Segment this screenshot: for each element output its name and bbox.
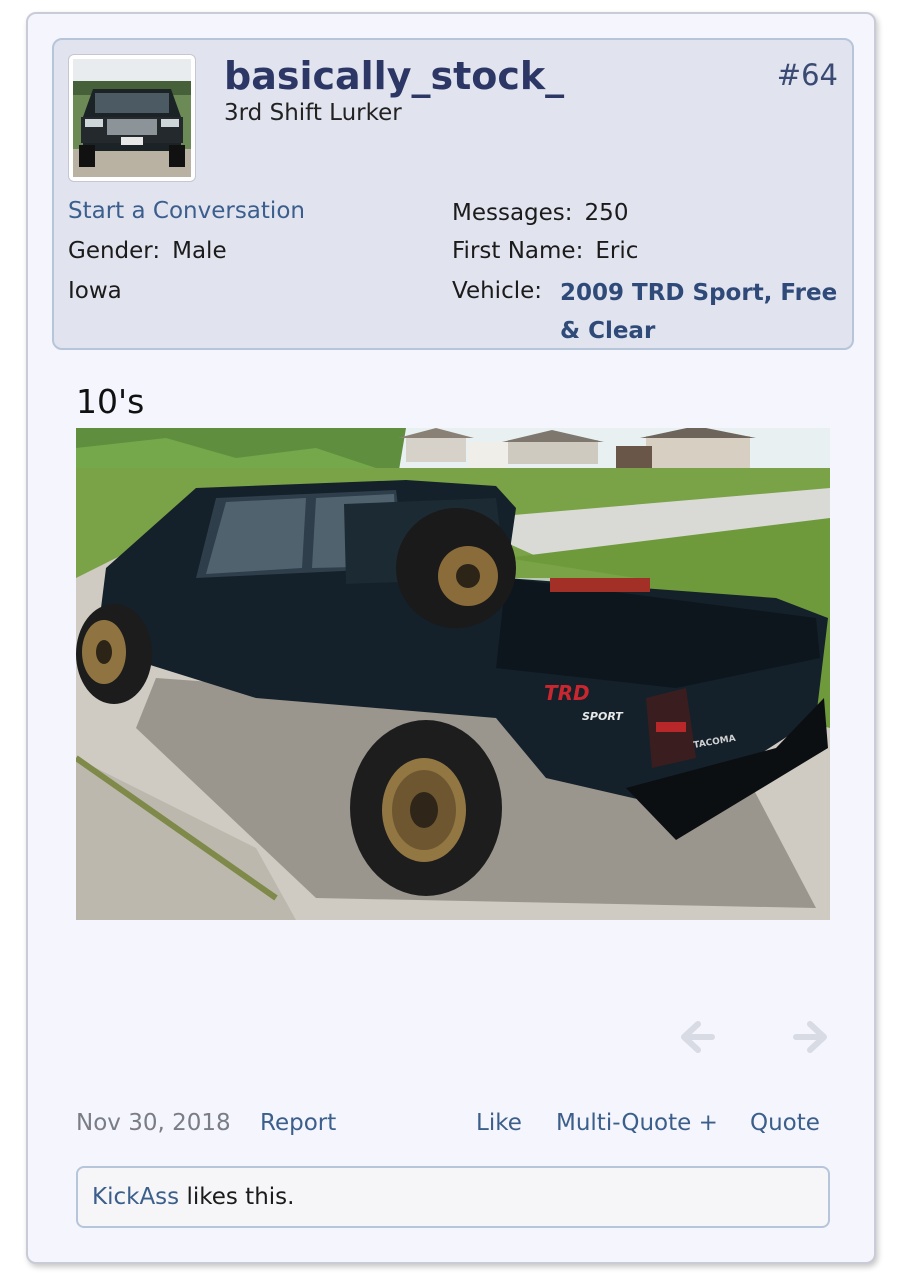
gender-label: Gender:	[68, 238, 161, 264]
location-value: Iowa	[68, 278, 122, 304]
first-name-label: First Name:	[452, 238, 584, 264]
messages-label: Messages:	[452, 200, 573, 226]
next-image-button[interactable]	[792, 1018, 830, 1065]
sport-decal-text: SPORT	[582, 710, 624, 723]
first-name-value: Eric	[595, 238, 639, 264]
truck-photo: TRD SPORT TACOMA	[76, 428, 830, 920]
vehicle-label: Vehicle:	[452, 278, 543, 304]
post-message-text: 10's	[76, 382, 145, 421]
quote-link[interactable]: Quote	[750, 1110, 820, 1136]
like-link[interactable]: Like	[476, 1110, 522, 1136]
vehicle-link[interactable]: 2009 TRD Sport, Free & Clear	[560, 274, 840, 350]
report-link[interactable]: Report	[260, 1110, 336, 1136]
avatar[interactable]	[68, 54, 196, 182]
user-title: 3rd Shift Lurker	[224, 100, 402, 126]
arrow-right-icon	[793, 1021, 827, 1053]
prev-image-button[interactable]	[678, 1018, 716, 1065]
likes-summary: KickAss likes this.	[76, 1166, 830, 1228]
liker-username-link[interactable]: KickAss	[92, 1184, 179, 1210]
gender-row: Gender: Male	[68, 238, 227, 264]
post-attached-image[interactable]: TRD SPORT TACOMA	[76, 428, 830, 920]
username-link[interactable]: basically_stock_	[224, 54, 564, 98]
post-date-link[interactable]: Nov 30, 2018	[76, 1110, 231, 1136]
start-conversation-link[interactable]: Start a Conversation	[68, 198, 305, 224]
gender-value: Male	[172, 238, 227, 264]
likes-suffix: likes this.	[179, 1184, 295, 1210]
user-info-panel: basically_stock_ 3rd Shift Lurker #64 St…	[52, 38, 854, 350]
post-card: basically_stock_ 3rd Shift Lurker #64 St…	[26, 12, 876, 1264]
messages-value: 250	[584, 200, 629, 226]
avatar-truck-image	[73, 59, 191, 177]
first-name-row: First Name: Eric	[452, 238, 638, 264]
post-number-link[interactable]: #64	[777, 58, 838, 92]
messages-row: Messages: 250	[452, 200, 628, 226]
arrow-left-icon	[681, 1021, 715, 1053]
multi-quote-link[interactable]: Multi-Quote +	[556, 1110, 718, 1136]
trd-decal-text: TRD	[544, 681, 590, 705]
